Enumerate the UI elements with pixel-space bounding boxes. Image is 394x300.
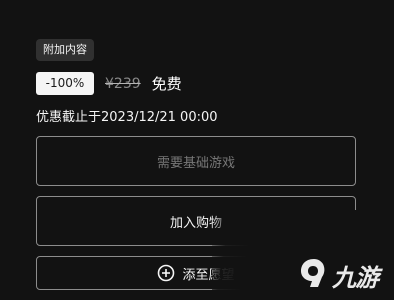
- watermark: 九游: [298, 255, 379, 295]
- addon-tag: 附加内容: [36, 39, 94, 61]
- requires-base-game-button[interactable]: 需要基础游戏: [36, 136, 356, 186]
- add-to-wishlist-label: 添至愿望: [182, 267, 235, 283]
- final-price: 免费: [151, 75, 182, 93]
- jiuyou-logo-icon: [298, 256, 328, 294]
- original-price: ¥239: [105, 75, 141, 92]
- add-to-cart-label: 加入购物: [169, 215, 222, 231]
- price-row: -100% ¥239 免费: [36, 72, 182, 95]
- requires-base-game-label: 需要基础游戏: [156, 155, 235, 171]
- discount-badge: -100%: [36, 72, 94, 95]
- plus-circle-icon: [157, 264, 175, 282]
- add-to-cart-button[interactable]: 加入购物: [36, 196, 356, 246]
- watermark-text: 九游: [332, 263, 379, 292]
- sale-end-date: 优惠截止于2023/12/21 00:00: [36, 110, 218, 125]
- product-purchase-panel: 附加内容 -100% ¥239 免费 优惠截止于2023/12/21 00:00…: [0, 0, 394, 300]
